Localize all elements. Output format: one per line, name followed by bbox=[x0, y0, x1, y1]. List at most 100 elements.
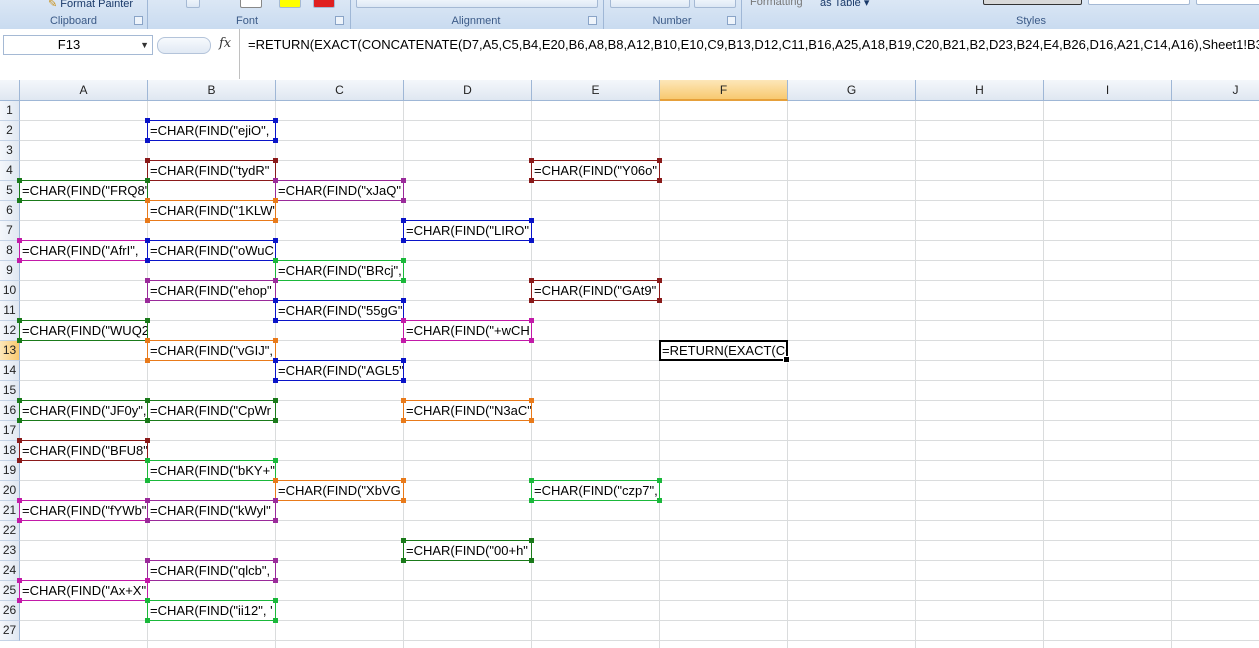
column-header-c[interactable]: C bbox=[276, 80, 404, 101]
formula-input[interactable]: =RETURN(EXACT(CONCATENATE(D7,A5,C5,B4,E2… bbox=[239, 29, 1259, 79]
row-header-20[interactable]: 20 bbox=[0, 481, 20, 501]
cell-style-swatch-2[interactable] bbox=[1088, 0, 1190, 5]
cell-c5[interactable]: =CHAR(FIND("xJaQ" bbox=[276, 181, 403, 200]
cell-b16[interactable]: =CHAR(FIND("CpWr bbox=[148, 401, 275, 420]
alignment-buttons[interactable] bbox=[356, 0, 598, 8]
gridline bbox=[1171, 101, 1172, 648]
cell-b2[interactable]: =CHAR(FIND("ejiO", bbox=[148, 121, 275, 140]
fill-color-button[interactable] bbox=[279, 0, 301, 8]
column-header-e[interactable]: E bbox=[532, 80, 660, 101]
cell-c20[interactable]: =CHAR(FIND("XbVG bbox=[276, 481, 403, 500]
column-header-g[interactable]: G bbox=[788, 80, 916, 101]
formula-bar-resize-handle[interactable] bbox=[157, 37, 211, 54]
font-color-button[interactable] bbox=[313, 0, 335, 8]
chevron-down-icon[interactable]: ▼ bbox=[140, 36, 149, 54]
column-header-i[interactable]: I bbox=[1044, 80, 1172, 101]
format-as-table-button[interactable]: as Table ▾ bbox=[820, 0, 869, 9]
format-painter-button[interactable]: ✎ Format Painter bbox=[48, 0, 133, 10]
column-header-f[interactable]: F bbox=[660, 80, 788, 101]
gridline bbox=[20, 520, 1259, 521]
insert-function-icon[interactable]: fx bbox=[219, 36, 231, 51]
cell-e10[interactable]: =CHAR(FIND("GAt9" bbox=[532, 281, 659, 300]
column-header-a[interactable]: A bbox=[20, 80, 148, 101]
row-header-19[interactable]: 19 bbox=[0, 461, 20, 481]
cell-b13[interactable]: =CHAR(FIND("vGIJ", bbox=[148, 341, 275, 360]
row-header-22[interactable]: 22 bbox=[0, 521, 20, 541]
row-header-1[interactable]: 1 bbox=[0, 101, 20, 121]
row-header-18[interactable]: 18 bbox=[0, 441, 20, 461]
cell-b24[interactable]: =CHAR(FIND("qlcb", bbox=[148, 561, 275, 580]
gridline bbox=[20, 320, 1259, 321]
column-header-d[interactable]: D bbox=[404, 80, 532, 101]
cell-a12[interactable]: =CHAR(FIND("WUQ2 bbox=[20, 321, 147, 340]
row-header-6[interactable]: 6 bbox=[0, 201, 20, 221]
cell-a16[interactable]: =CHAR(FIND("JF0y", bbox=[20, 401, 147, 420]
cell-e20[interactable]: =CHAR(FIND("czp7", bbox=[532, 481, 659, 500]
row-header-10[interactable]: 10 bbox=[0, 281, 20, 301]
cell-b10[interactable]: =CHAR(FIND("ehop" bbox=[148, 281, 275, 300]
row-header-2[interactable]: 2 bbox=[0, 121, 20, 141]
cell-d12[interactable]: =CHAR(FIND("+wCH bbox=[404, 321, 531, 340]
row-header-23[interactable]: 23 bbox=[0, 541, 20, 561]
number-launcher-icon[interactable] bbox=[727, 16, 736, 25]
conditional-formatting-button[interactable]: Formatting bbox=[750, 0, 803, 8]
underline-button[interactable] bbox=[240, 0, 262, 8]
row-header-14[interactable]: 14 bbox=[0, 361, 20, 381]
row-header-16[interactable]: 16 bbox=[0, 401, 20, 421]
row-header-27[interactable]: 27 bbox=[0, 621, 20, 641]
name-box[interactable]: F13 ▼ bbox=[3, 35, 153, 55]
row-header-7[interactable]: 7 bbox=[0, 221, 20, 241]
row-header-11[interactable]: 11 bbox=[0, 301, 20, 321]
number-format-dropdown[interactable] bbox=[610, 0, 690, 8]
cell-a25[interactable]: =CHAR(FIND("Ax+X" bbox=[20, 581, 147, 600]
clipboard-launcher-icon[interactable] bbox=[134, 16, 143, 25]
row-header-17[interactable]: 17 bbox=[0, 421, 20, 441]
row-header-12[interactable]: 12 bbox=[0, 321, 20, 341]
cell-f13[interactable]: =RETURN(EXACT(CO bbox=[660, 341, 787, 360]
column-header-b[interactable]: B bbox=[148, 80, 276, 101]
cell-d7[interactable]: =CHAR(FIND("LIRO" bbox=[404, 221, 531, 240]
row-header-13[interactable]: 13 bbox=[0, 341, 20, 361]
cell-a8[interactable]: =CHAR(FIND("AfrI", bbox=[20, 241, 147, 260]
column-header-j[interactable]: J bbox=[1172, 80, 1259, 101]
cell-c11[interactable]: =CHAR(FIND("55gG" bbox=[276, 301, 403, 320]
row-header-9[interactable]: 9 bbox=[0, 261, 20, 281]
gridline bbox=[20, 540, 1259, 541]
row-header-26[interactable]: 26 bbox=[0, 601, 20, 621]
cell-a21[interactable]: =CHAR(FIND("fYWb" bbox=[20, 501, 147, 520]
worksheet-grid[interactable]: A B C D E F G H I J 1 2 3 4 5 6 7 8 9 10 11 12 13 14 15 16 17 18 19 2… bbox=[0, 80, 1259, 648]
cell-b19[interactable]: =CHAR(FIND("bKY+" bbox=[148, 461, 275, 480]
cell-e4[interactable]: =CHAR(FIND("Y06o" bbox=[532, 161, 659, 180]
cell-d16[interactable]: =CHAR(FIND("N3aC" bbox=[404, 401, 531, 420]
cell-b4[interactable]: =CHAR(FIND("tydR" bbox=[148, 161, 275, 180]
font-launcher-icon[interactable] bbox=[335, 16, 344, 25]
row-header-21[interactable]: 21 bbox=[0, 501, 20, 521]
cell-d23[interactable]: =CHAR(FIND("00+h" bbox=[404, 541, 531, 560]
gridline bbox=[1043, 101, 1044, 648]
cell-c14[interactable]: =CHAR(FIND("AGL5" bbox=[276, 361, 403, 380]
select-all-button[interactable] bbox=[0, 80, 20, 101]
row-header-8[interactable]: 8 bbox=[0, 241, 20, 261]
row-header-25[interactable]: 25 bbox=[0, 581, 20, 601]
cell-b6[interactable]: =CHAR(FIND("1KLW" bbox=[148, 201, 275, 220]
cell-a18[interactable]: =CHAR(FIND("BFU8" bbox=[20, 441, 147, 460]
gridline bbox=[403, 101, 404, 648]
border-button[interactable] bbox=[186, 0, 200, 8]
cell-c9[interactable]: =CHAR(FIND("BRcj", bbox=[276, 261, 403, 280]
ribbon: ✎ Format Painter Clipboard Font Alignmen… bbox=[0, 0, 1259, 30]
gridline bbox=[659, 101, 660, 648]
cell-a5[interactable]: =CHAR(FIND("FRQ8" bbox=[20, 181, 147, 200]
alignment-launcher-icon[interactable] bbox=[588, 16, 597, 25]
cell-b21[interactable]: =CHAR(FIND("kWyl" bbox=[148, 501, 275, 520]
row-header-4[interactable]: 4 bbox=[0, 161, 20, 181]
cell-b8[interactable]: =CHAR(FIND("oWuC bbox=[148, 241, 275, 260]
cell-b26[interactable]: =CHAR(FIND("ii12", ' bbox=[148, 601, 275, 620]
row-header-15[interactable]: 15 bbox=[0, 381, 20, 401]
cell-style-swatch[interactable] bbox=[983, 0, 1082, 5]
row-header-5[interactable]: 5 bbox=[0, 181, 20, 201]
cell-style-swatch-3[interactable] bbox=[1196, 0, 1259, 5]
decimal-buttons[interactable] bbox=[694, 0, 736, 8]
row-header-3[interactable]: 3 bbox=[0, 141, 20, 161]
row-header-24[interactable]: 24 bbox=[0, 561, 20, 581]
column-header-h[interactable]: H bbox=[916, 80, 1044, 101]
